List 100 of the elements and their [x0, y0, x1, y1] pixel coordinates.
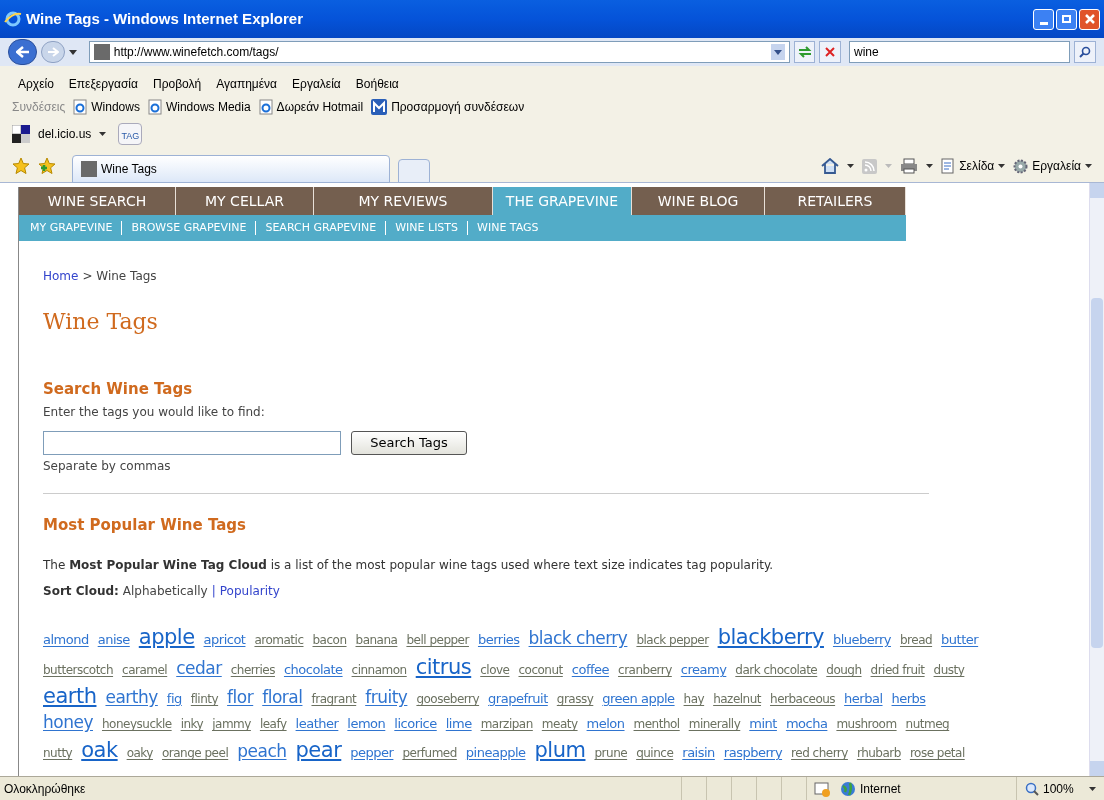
tag-link[interactable]: creamy — [680, 660, 727, 680]
tag-link[interactable]: grapefruit — [488, 689, 548, 709]
tag-link[interactable]: flor — [227, 685, 254, 711]
tag-link[interactable]: dusty — [933, 661, 965, 679]
tag-link[interactable]: licorice — [394, 714, 437, 734]
tag-link[interactable]: lime — [445, 714, 472, 734]
tag-link[interactable]: quince — [636, 744, 674, 762]
dropdown-caret-icon[interactable] — [99, 132, 107, 136]
tag-link[interactable]: coffee — [571, 660, 610, 680]
back-button[interactable] — [8, 39, 38, 65]
tag-link[interactable]: fig — [166, 689, 182, 709]
dropdown-caret-icon[interactable] — [770, 44, 785, 60]
tag-link[interactable]: herbaceous — [770, 690, 836, 708]
tag-link[interactable]: hazelnut — [713, 690, 762, 708]
tag-link[interactable]: pineapple — [465, 743, 526, 763]
tag-link[interactable]: blueberry — [832, 630, 891, 650]
tag-link[interactable]: almond — [43, 630, 89, 650]
tag-link[interactable]: raspberry — [723, 743, 783, 763]
tag-link[interactable]: apple — [138, 622, 195, 654]
zoom-control[interactable]: 100% — [1016, 777, 1104, 800]
dropdown-caret-icon[interactable] — [68, 49, 77, 55]
stop-button[interactable] — [819, 41, 841, 63]
tag-link[interactable]: jammy — [212, 715, 251, 733]
favorites-star-icon[interactable] — [12, 157, 30, 175]
menu-item[interactable]: Βοήθεια — [355, 75, 399, 93]
tag-link[interactable]: nutty — [43, 744, 73, 762]
tag-link[interactable]: oak — [81, 735, 118, 767]
tag-link[interactable]: berries — [477, 630, 520, 650]
tag-link[interactable]: red cherry — [791, 744, 848, 762]
tag-link[interactable]: bell pepper — [406, 631, 469, 649]
tag-link[interactable]: herbs — [891, 689, 926, 709]
home-icon[interactable] — [821, 158, 840, 174]
tag-link[interactable]: nutmeg — [905, 715, 950, 733]
tag-link[interactable]: flinty — [190, 690, 219, 708]
tag-link[interactable]: fragrant — [311, 690, 357, 708]
tag-link[interactable]: orange peel — [161, 744, 229, 762]
scrollbar-thumb[interactable] — [1091, 298, 1103, 648]
link-button[interactable]: Δωρεάν Hotmail — [258, 97, 364, 116]
tag-link[interactable]: fruity — [365, 685, 408, 711]
search-button[interactable] — [1074, 41, 1096, 63]
browser-tab[interactable]: Wine Tags — [72, 154, 390, 183]
tag-link[interactable]: apricot — [203, 630, 246, 650]
tag-link[interactable]: inky — [180, 715, 204, 733]
tag-link[interactable]: honey — [43, 710, 93, 736]
tag-link[interactable]: pear — [295, 735, 342, 767]
tag-link[interactable]: floral — [262, 685, 303, 711]
sort-link[interactable]: Popularity — [219, 582, 280, 600]
tag-link[interactable]: marzipan — [480, 715, 533, 733]
printer-icon[interactable] — [900, 158, 919, 174]
tag-link[interactable]: earthy — [105, 685, 158, 711]
link-button[interactable]: Προσαρμογή συνδέσεων — [371, 97, 525, 116]
tag-link[interactable]: honeysuckle — [102, 715, 172, 733]
tag-link[interactable]: menthol — [633, 715, 680, 733]
tag-link[interactable]: leather — [295, 714, 339, 734]
menu-item[interactable]: Προβολή — [152, 75, 202, 93]
tag-link[interactable]: dried fruit — [870, 661, 925, 679]
tag-link[interactable]: cinnamon — [351, 661, 407, 679]
menu-item[interactable]: Εργαλεία — [292, 75, 341, 93]
tag-link[interactable]: mocha — [785, 714, 828, 734]
tag-link[interactable]: blackberry — [717, 622, 824, 654]
tag-link[interactable]: bread — [899, 631, 933, 649]
tag-link[interactable]: minerally — [688, 715, 741, 733]
tag-link[interactable]: coconut — [518, 661, 563, 679]
tag-link[interactable]: butter — [941, 630, 979, 650]
tag-link[interactable]: black cherry — [528, 626, 628, 652]
tag-link[interactable]: plum — [534, 735, 586, 767]
tag-link[interactable]: aromatic — [254, 631, 304, 649]
tag-link[interactable]: cherries — [230, 661, 275, 679]
page-menu[interactable]: Σελίδα — [941, 157, 1006, 175]
tag-link[interactable]: dough — [826, 661, 862, 679]
tag-link[interactable]: herbal — [844, 689, 883, 709]
tag-link[interactable]: meaty — [541, 715, 578, 733]
tag-link[interactable]: gooseberry — [416, 690, 480, 708]
sort-link[interactable]: Alphabetically — [122, 582, 208, 600]
menu-item[interactable]: Επεξεργασία — [68, 75, 138, 93]
tag-link[interactable]: green apple — [602, 689, 675, 709]
tags-input-field[interactable] — [43, 430, 341, 455]
tag-link[interactable]: dark chocolate — [735, 661, 818, 679]
refresh-button[interactable] — [793, 41, 816, 63]
menu-item[interactable]: Αγαπημένα — [216, 75, 278, 93]
tag-button[interactable]: TAG — [118, 123, 143, 145]
tag-link[interactable]: leafy — [259, 715, 287, 733]
tag-link[interactable]: pepper — [350, 743, 394, 763]
search-tags-button[interactable]: Search Tags — [351, 430, 467, 455]
tag-link[interactable]: raisin — [682, 743, 715, 763]
search-field[interactable]: wine — [849, 41, 1071, 63]
tag-link[interactable]: earth — [43, 681, 97, 713]
tag-link[interactable]: clove — [480, 661, 510, 679]
tag-link[interactable]: hay — [683, 690, 705, 708]
menu-item[interactable]: Αρχείο — [18, 75, 54, 93]
tag-link[interactable]: lemon — [347, 714, 386, 734]
tag-link[interactable]: citrus — [415, 652, 472, 684]
dropdown-caret-icon[interactable] — [926, 164, 934, 168]
tag-link[interactable]: caramel — [122, 661, 168, 679]
tag-link[interactable]: oaky — [126, 744, 153, 762]
minimize-button[interactable] — [1033, 8, 1054, 30]
tools-menu[interactable]: Εργαλεία — [1013, 157, 1092, 175]
tag-link[interactable]: rose petal — [909, 744, 965, 762]
dropdown-caret-icon[interactable] — [847, 164, 855, 168]
tag-link[interactable]: butterscotch — [43, 661, 114, 679]
